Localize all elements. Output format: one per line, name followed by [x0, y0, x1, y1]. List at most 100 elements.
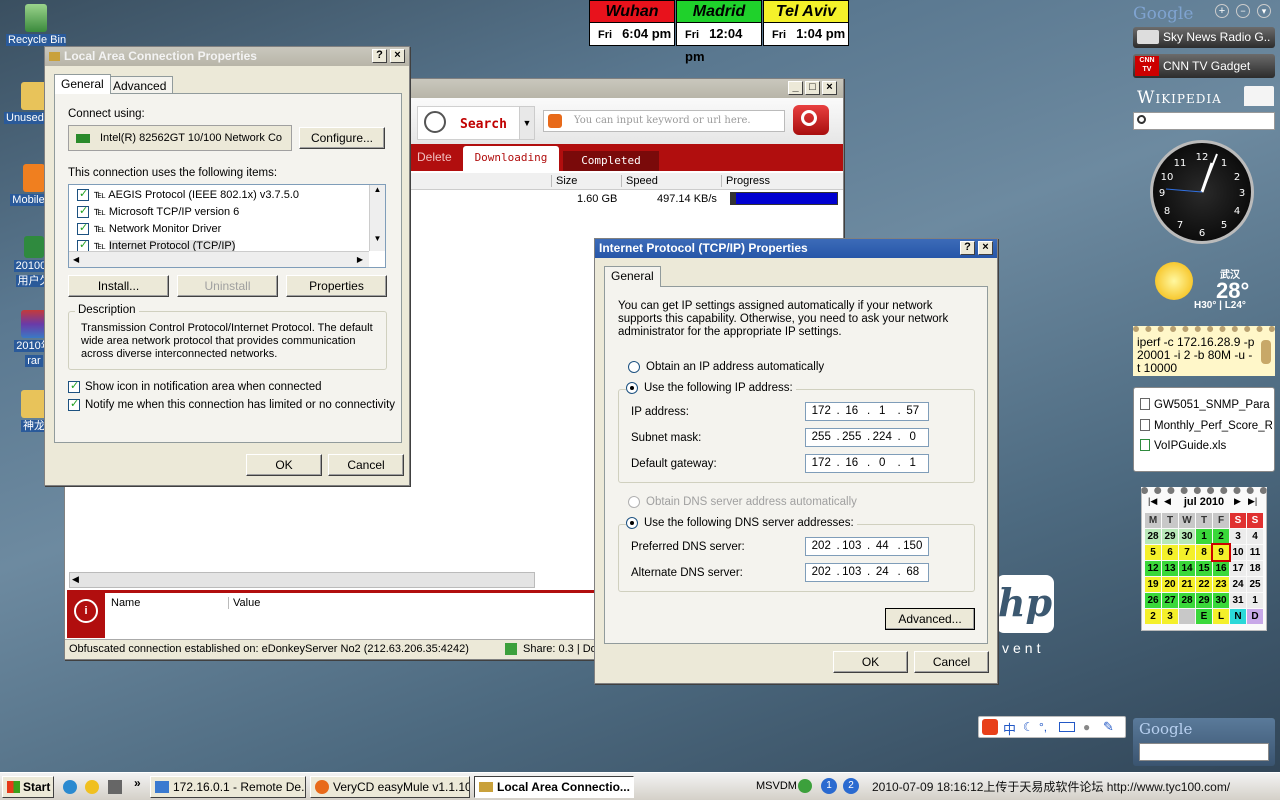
file-item[interactable]: Monthly_Perf_Score_R: [1140, 419, 1272, 432]
ok-button[interactable]: OK: [246, 454, 322, 476]
calendar-day[interactable]: 28: [1145, 529, 1161, 544]
calendar-day[interactable]: E: [1196, 609, 1212, 624]
google-search-input[interactable]: [1139, 743, 1269, 761]
sidebar-arrow-icon[interactable]: ▾: [1257, 4, 1271, 18]
tab-completed[interactable]: Completed: [563, 151, 659, 171]
calendar-day[interactable]: N: [1230, 609, 1246, 624]
desktop-icon-recycle-bin[interactable]: Recycle Bin: [6, 4, 66, 49]
calendar-day[interactable]: 29: [1196, 593, 1212, 608]
calendar-day[interactable]: 17: [1230, 561, 1246, 576]
list-item[interactable]: ℡ AEGIS Protocol (IEEE 802.1x) v3.7.5.0: [77, 187, 299, 202]
calendar-day[interactable]: 12: [1145, 561, 1161, 576]
tab-downloading[interactable]: Downloading: [463, 146, 559, 171]
wikipedia-search-input[interactable]: [1133, 112, 1275, 130]
item-checkbox[interactable]: [77, 204, 89, 219]
uninstall-button[interactable]: Uninstall: [177, 275, 278, 297]
file-item[interactable]: GW5051_SNMP_Para: [1140, 398, 1272, 411]
calendar-day[interactable]: 3: [1230, 529, 1246, 544]
quicklaunch-ie-icon[interactable]: [63, 780, 77, 794]
quicklaunch-more-icon[interactable]: »: [134, 776, 141, 790]
calendar-next-month[interactable]: ▶: [1234, 496, 1241, 507]
calendar-day[interactable]: 11: [1247, 545, 1263, 560]
calendar-prev-month[interactable]: ◀: [1164, 496, 1171, 507]
calendar-day[interactable]: 23: [1213, 577, 1229, 592]
close-button[interactable]: ×: [822, 81, 837, 95]
calendar-day[interactable]: 18: [1247, 561, 1263, 576]
components-list[interactable]: ℡ AEGIS Protocol (IEEE 802.1x) v3.7.5.0 …: [68, 184, 386, 268]
search-go-button[interactable]: [793, 105, 829, 135]
calendar-day[interactable]: 22: [1196, 577, 1212, 592]
sogou-icon[interactable]: [982, 719, 998, 735]
item-checkbox[interactable]: [77, 221, 89, 236]
cancel-button[interactable]: Cancel: [914, 651, 989, 673]
notify-checkbox[interactable]: [68, 397, 80, 411]
calendar-day[interactable]: 2: [1213, 529, 1229, 544]
calendar-day[interactable]: 25: [1247, 577, 1263, 592]
quicklaunch-clock-icon[interactable]: [85, 780, 99, 794]
ime-user-icon[interactable]: ●: [1083, 720, 1090, 734]
calendar-prev-year[interactable]: |◀: [1148, 496, 1157, 507]
help-button[interactable]: ?: [372, 49, 387, 63]
taskbar-item-remote-desktop[interactable]: 172.16.0.1 - Remote De...: [150, 776, 306, 798]
show-icon-checkbox[interactable]: [68, 379, 80, 393]
use-ip-radio[interactable]: [626, 382, 638, 394]
tab-general[interactable]: General: [604, 266, 661, 287]
calendar-next-year[interactable]: ▶|: [1248, 496, 1257, 507]
use-dns-option[interactable]: Use the following DNS server addresses:: [626, 517, 857, 530]
info-col-name[interactable]: Name: [111, 597, 229, 609]
calendar-day[interactable]: 13: [1162, 561, 1178, 576]
ime-wrench-icon[interactable]: ✎: [1103, 719, 1114, 735]
calendar-day[interactable]: 21: [1179, 577, 1195, 592]
calendar-day[interactable]: 28: [1179, 593, 1195, 608]
calendar-day[interactable]: 10: [1230, 545, 1246, 560]
quicklaunch-app-icon[interactable]: [108, 780, 122, 794]
col-progress[interactable]: Progress: [721, 175, 839, 187]
ime-keyboard-icon[interactable]: [1059, 722, 1075, 732]
ime-chinese-icon[interactable]: 中: [1003, 719, 1016, 738]
tab-general[interactable]: General: [54, 74, 111, 94]
auto-ip-radio[interactable]: [628, 361, 640, 373]
properties-button[interactable]: Properties: [286, 275, 387, 297]
horizontal-scrollbar[interactable]: ◀: [69, 572, 535, 588]
calendar-day[interactable]: 15: [1196, 561, 1212, 576]
scroll-left-arrow[interactable]: ◀: [72, 574, 79, 585]
ime-moon-icon[interactable]: ☾: [1023, 720, 1034, 734]
calendar-day[interactable]: 24: [1230, 577, 1246, 592]
show-icon-option[interactable]: Show icon in notification area when conn…: [68, 379, 322, 393]
use-ip-option[interactable]: Use the following IP address:: [626, 382, 796, 395]
taskbar-item-easymule[interactable]: VeryCD easyMule v1.1.10: [310, 776, 470, 798]
calendar-day[interactable]: 1: [1196, 529, 1212, 544]
info-col-value[interactable]: Value: [233, 597, 260, 609]
delete-button[interactable]: Delete: [417, 150, 452, 164]
tray-badge-2-icon[interactable]: 2: [843, 778, 859, 794]
calendar-day[interactable]: 5: [1145, 545, 1161, 560]
calendar-day[interactable]: 2: [1145, 609, 1161, 624]
minimize-button[interactable]: _: [788, 81, 803, 95]
tray-badge-1-icon[interactable]: 1: [821, 778, 837, 794]
notes-gadget[interactable]: iperf -c 172.16.28.9 -p 20001 -i 2 -b 80…: [1133, 326, 1275, 376]
taskbar-item-lan-properties[interactable]: Local Area Connectio...: [474, 776, 634, 798]
calendar-day[interactable]: 30: [1213, 593, 1229, 608]
sky-news-gadget[interactable]: Sky News Radio G..: [1133, 27, 1275, 48]
ok-button[interactable]: OK: [833, 651, 908, 673]
list-item[interactable]: ℡ Microsoft TCP/IP version 6: [77, 204, 239, 219]
taskbar-clock[interactable]: 2010-07-09 18:16:12上传于天易成软件论坛 http://www…: [872, 778, 1230, 795]
file-item[interactable]: VoIPGuide.xls: [1140, 439, 1272, 452]
tab-advanced[interactable]: Advanced: [106, 76, 174, 94]
calendar-day[interactable]: 27: [1162, 593, 1178, 608]
install-button[interactable]: Install...: [68, 275, 169, 297]
start-button[interactable]: Start: [2, 776, 54, 798]
calendar-day[interactable]: 9: [1211, 543, 1231, 562]
notify-option[interactable]: Notify me when this connection has limit…: [68, 397, 395, 411]
auto-dns-radio[interactable]: [628, 496, 640, 508]
calendar-day[interactable]: 6: [1162, 545, 1178, 560]
use-dns-radio[interactable]: [626, 517, 638, 529]
download-row-speed[interactable]: 497.14 KB/s: [657, 193, 717, 205]
list-horizontal-scrollbar[interactable]: ◀ ▶: [69, 251, 369, 267]
item-checkbox[interactable]: [77, 187, 89, 202]
ime-punct-icon[interactable]: °,: [1039, 720, 1047, 734]
calendar-day[interactable]: 16: [1213, 561, 1229, 576]
sidebar-nav-icon[interactable]: −: [1236, 4, 1250, 18]
default-gateway-field[interactable]: 172. 16. 0. 1: [805, 454, 929, 473]
list-item[interactable]: ℡ Network Monitor Driver: [77, 221, 221, 236]
